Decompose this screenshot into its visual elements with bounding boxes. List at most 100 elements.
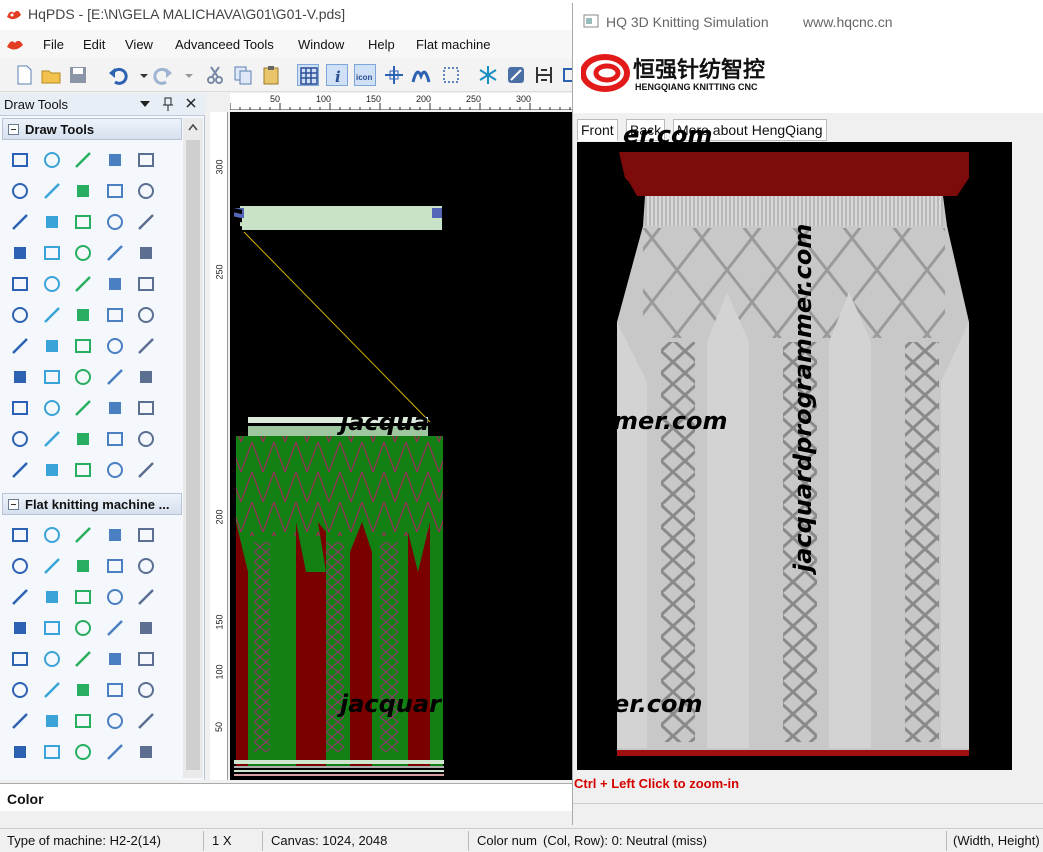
flat-knitting-tool-icon[interactable] — [105, 649, 125, 669]
draw-tool-icon[interactable] — [73, 150, 93, 170]
paste-icon[interactable] — [260, 64, 282, 86]
draw-tool-icon[interactable] — [73, 460, 93, 480]
draw-tool-icon[interactable] — [136, 429, 156, 449]
draw-tool-icon[interactable] — [10, 212, 30, 232]
flat-knitting-tool-icon[interactable] — [136, 618, 156, 638]
draw-tool-icon[interactable] — [105, 460, 125, 480]
draw-tool-icon[interactable] — [42, 243, 62, 263]
pin-icon[interactable] — [162, 97, 174, 111]
menu-edit[interactable]: Edit — [83, 37, 105, 52]
flat-knitting-tool-icon[interactable] — [73, 680, 93, 700]
draw-tool-icon[interactable] — [10, 367, 30, 387]
draw-tool-icon[interactable] — [105, 305, 125, 325]
draw-tool-icon[interactable] — [105, 367, 125, 387]
flat-knitting-tool-icon[interactable] — [10, 525, 30, 545]
draw-tool-icon[interactable] — [10, 150, 30, 170]
select-icon[interactable] — [440, 64, 462, 86]
flat-knitting-tool-icon[interactable] — [10, 742, 30, 762]
draw-tool-icon[interactable] — [73, 336, 93, 356]
draw-tool-icon[interactable] — [42, 398, 62, 418]
menu-help[interactable]: Help — [368, 37, 395, 52]
draw-tool-icon[interactable] — [136, 460, 156, 480]
flat-knitting-tool-icon[interactable] — [105, 680, 125, 700]
draw-tool-icon[interactable] — [10, 398, 30, 418]
draw-tool-icon[interactable] — [73, 243, 93, 263]
draw-tool-icon[interactable] — [42, 429, 62, 449]
flat-knitting-tool-icon[interactable] — [105, 525, 125, 545]
crop-icon[interactable] — [558, 64, 577, 86]
menu-advanced-tools[interactable]: Advanceed Tools — [175, 37, 274, 52]
flat-knitting-tool-icon[interactable] — [73, 711, 93, 731]
draw-tool-icon[interactable] — [10, 181, 30, 201]
info-icon[interactable]: i — [326, 64, 348, 86]
flat-knitting-tool-icon[interactable] — [136, 742, 156, 762]
draw-tool-icon[interactable] — [105, 150, 125, 170]
shield-icon[interactable] — [505, 64, 527, 86]
draw-tool-icon[interactable] — [136, 243, 156, 263]
flat-knitting-tool-icon[interactable] — [105, 587, 125, 607]
draw-tool-icon[interactable] — [73, 212, 93, 232]
grid-icon[interactable] — [297, 64, 319, 86]
draw-tool-icon[interactable] — [42, 212, 62, 232]
collapse-icon[interactable] — [8, 499, 19, 510]
flat-knitting-tool-icon[interactable] — [73, 649, 93, 669]
draw-tool-icon[interactable] — [10, 305, 30, 325]
flat-knitting-tool-icon[interactable] — [10, 680, 30, 700]
new-file-icon[interactable] — [13, 64, 35, 86]
scroll-thumb[interactable] — [186, 140, 200, 770]
draw-tool-icon[interactable] — [73, 429, 93, 449]
flat-knitting-tool-icon[interactable] — [10, 587, 30, 607]
flat-knitting-tool-icon[interactable] — [73, 525, 93, 545]
flat-knitting-tool-icon[interactable] — [73, 618, 93, 638]
move-icon[interactable] — [383, 64, 405, 86]
panel-dropdown-icon[interactable] — [140, 101, 150, 108]
panel-scrollbar[interactable] — [183, 118, 203, 778]
undo-icon[interactable] — [107, 64, 129, 86]
flat-knitting-tool-icon[interactable] — [42, 649, 62, 669]
draw-tool-icon[interactable] — [73, 274, 93, 294]
draw-tool-icon[interactable] — [136, 398, 156, 418]
copy-icon[interactable] — [232, 64, 254, 86]
menu-window[interactable]: Window — [298, 37, 344, 52]
flat-knitting-tool-icon[interactable] — [105, 556, 125, 576]
simulation-view[interactable]: jacquardprogrammer.com — [577, 142, 1012, 770]
draw-tool-icon[interactable] — [42, 305, 62, 325]
open-folder-icon[interactable] — [40, 64, 62, 86]
flat-knitting-tool-icon[interactable] — [73, 587, 93, 607]
undo-dropdown-icon[interactable] — [133, 64, 148, 86]
draw-tool-icon[interactable] — [42, 336, 62, 356]
menu-flat-machine[interactable]: Flat machine — [416, 37, 490, 52]
simulation-url[interactable]: www.hqcnc.cn — [803, 14, 892, 30]
draw-tool-icon[interactable] — [42, 367, 62, 387]
draw-tool-icon[interactable] — [105, 429, 125, 449]
flat-knitting-tool-icon[interactable] — [42, 680, 62, 700]
draw-tool-icon[interactable] — [136, 181, 156, 201]
flat-knitting-tool-icon[interactable] — [136, 680, 156, 700]
flat-knitting-tool-icon[interactable] — [136, 556, 156, 576]
draw-tool-icon[interactable] — [73, 367, 93, 387]
tab-front[interactable]: Front — [577, 119, 618, 141]
redo-icon[interactable] — [152, 64, 174, 86]
flat-knitting-tool-icon[interactable] — [42, 711, 62, 731]
menu-file[interactable]: File — [43, 37, 64, 52]
press-icon[interactable] — [533, 64, 555, 86]
cut-icon[interactable] — [204, 64, 226, 86]
draw-tool-icon[interactable] — [105, 181, 125, 201]
flat-knitting-tool-icon[interactable] — [105, 742, 125, 762]
draw-tool-icon[interactable] — [136, 305, 156, 325]
flat-knitting-tool-icon[interactable] — [105, 711, 125, 731]
draw-tool-icon[interactable] — [136, 274, 156, 294]
close-icon[interactable] — [186, 98, 196, 108]
draw-tool-icon[interactable] — [42, 274, 62, 294]
flat-knitting-tool-icon[interactable] — [73, 742, 93, 762]
wave-icon[interactable] — [410, 64, 432, 86]
app-menu-icon[interactable] — [6, 37, 24, 51]
draw-tool-icon[interactable] — [10, 429, 30, 449]
flat-knitting-tool-icon[interactable] — [10, 649, 30, 669]
draw-tool-icon[interactable] — [73, 305, 93, 325]
flat-knitting-tool-icon[interactable] — [42, 742, 62, 762]
icon-toggle-button[interactable]: icon — [354, 64, 376, 86]
flat-knitting-tool-icon[interactable] — [136, 649, 156, 669]
flat-knitting-tool-icon[interactable] — [136, 711, 156, 731]
flat-knitting-tool-icon[interactable] — [42, 618, 62, 638]
